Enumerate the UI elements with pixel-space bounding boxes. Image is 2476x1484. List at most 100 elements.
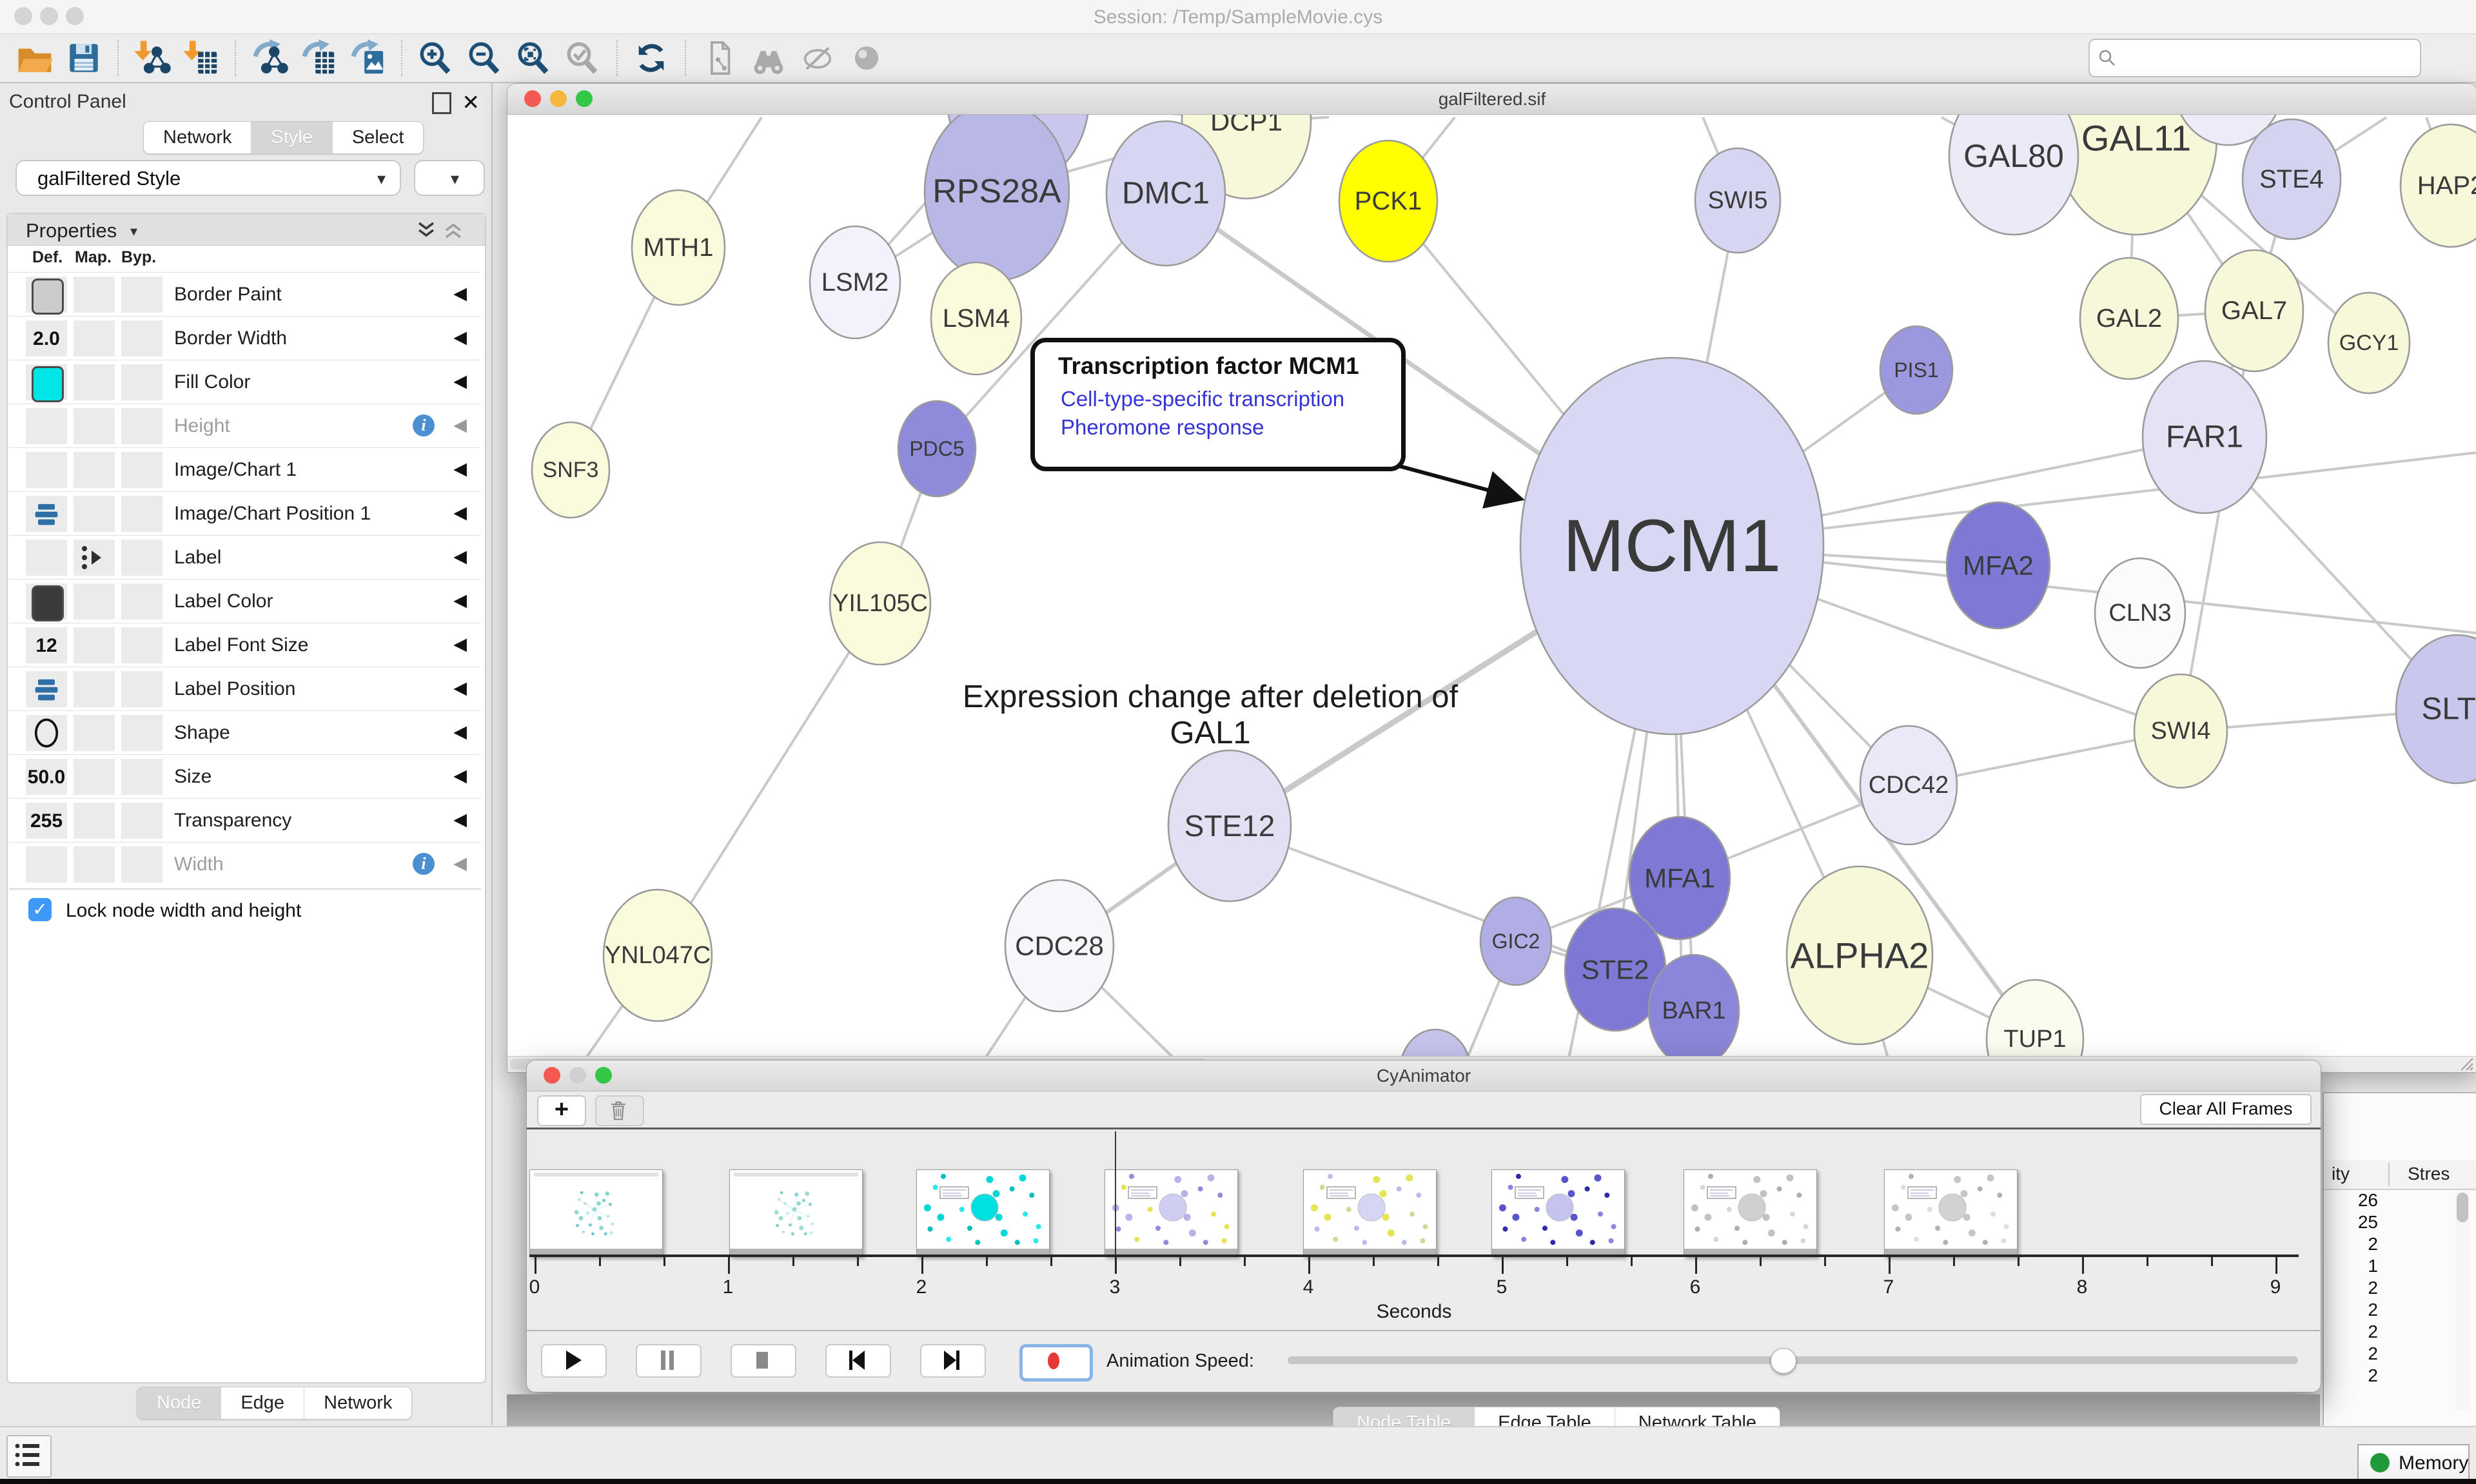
tab-select[interactable]: Select	[333, 122, 424, 153]
table-cell[interactable]: 25	[2324, 1212, 2388, 1234]
expand-row-icon[interactable]: ◀	[453, 634, 467, 654]
property-row-height[interactable]: Heighti◀	[9, 404, 481, 448]
mapping-cell[interactable]	[74, 452, 115, 488]
default-cell[interactable]	[26, 540, 67, 576]
property-row-label-font-size[interactable]: 12Label Font Size◀	[9, 623, 481, 667]
style-selector[interactable]: galFiltered Style ▾	[15, 160, 401, 196]
node-PCK1[interactable]: PCK1	[1339, 141, 1437, 262]
default-cell[interactable]	[26, 452, 67, 488]
default-cell[interactable]	[26, 364, 67, 400]
default-cell[interactable]	[26, 846, 67, 883]
frame-thumbnail-4[interactable]	[1105, 1169, 1238, 1257]
table-cell[interactable]: 1	[2324, 1256, 2388, 1278]
bypass-cell[interactable]	[121, 671, 162, 707]
search-box[interactable]	[2088, 39, 2421, 77]
export-network-button[interactable]	[249, 37, 290, 79]
node-STE4[interactable]: STE4	[2243, 119, 2341, 239]
style-options-button[interactable]: ▾	[414, 160, 485, 196]
node-SNF3[interactable]: SNF3	[532, 422, 609, 518]
mapping-cell[interactable]	[74, 583, 115, 620]
property-row-border-paint[interactable]: Border Paint◀	[9, 272, 481, 317]
table-cell[interactable]: 2	[2324, 1300, 2388, 1322]
expand-row-icon[interactable]: ◀	[453, 459, 467, 479]
save-session-button[interactable]	[63, 37, 104, 79]
bypass-cell[interactable]	[121, 803, 162, 839]
expand-row-icon[interactable]: ◀	[453, 415, 467, 435]
frame-thumbnail-2[interactable]	[729, 1169, 863, 1257]
node-LSM4[interactable]: LSM4	[931, 262, 1021, 375]
import-table-button[interactable]	[181, 37, 222, 79]
property-row-shape[interactable]: Shape◀	[9, 710, 481, 755]
mapping-cell[interactable]	[74, 846, 115, 883]
property-row-image-chart-position-1[interactable]: Image/Chart Position 1◀	[9, 491, 481, 536]
default-cell[interactable]	[26, 583, 67, 620]
expand-row-icon[interactable]: ◀	[453, 547, 467, 567]
expand-row-icon[interactable]: ◀	[453, 284, 467, 304]
expand-all-icon[interactable]	[417, 220, 436, 240]
export-image-button[interactable]	[347, 37, 388, 79]
default-cell[interactable]	[26, 277, 67, 313]
table-cell[interactable]: 2	[2324, 1278, 2388, 1300]
bypass-cell[interactable]	[121, 277, 162, 313]
property-row-border-width[interactable]: 2.0Border Width◀	[9, 316, 481, 360]
node-CDC28[interactable]: CDC28	[1005, 880, 1114, 1011]
column-header[interactable]: ity	[2332, 1164, 2350, 1184]
frame-thumbnail-5[interactable]	[1303, 1169, 1437, 1257]
node-YIL105C[interactable]: YIL105C	[830, 542, 930, 665]
tab-network[interactable]: Network	[144, 122, 251, 153]
table-cell[interactable]: 2	[2324, 1234, 2388, 1256]
zoom-in-button[interactable]	[415, 37, 457, 79]
node-GAL2[interactable]: GAL2	[2080, 258, 2178, 379]
bypass-cell[interactable]	[121, 846, 162, 883]
bypass-cell[interactable]	[121, 320, 162, 356]
bypass-cell[interactable]	[121, 408, 162, 444]
node-PDC5[interactable]: PDC5	[898, 401, 976, 496]
table-cell[interactable]: 26	[2324, 1190, 2388, 1212]
mapping-cell[interactable]	[74, 671, 115, 707]
frame-thumbnail-8[interactable]	[1884, 1169, 2018, 1257]
scrollbar-thumb[interactable]	[2457, 1193, 2468, 1222]
node-GAL80[interactable]: GAL80	[1949, 115, 2078, 235]
network-canvas[interactable]: RPS28BDCP1RPS28ADMC1PCK1MTH1LSM2LSM4SWI5…	[507, 115, 2476, 1056]
mapping-cell[interactable]	[74, 496, 115, 532]
animation-speed-slider[interactable]	[1288, 1356, 2298, 1364]
node-MTH1[interactable]: MTH1	[632, 190, 725, 305]
expand-row-icon[interactable]: ◀	[453, 327, 467, 347]
slider-handle[interactable]	[1771, 1348, 1796, 1374]
expand-row-icon[interactable]: ◀	[453, 678, 467, 698]
expand-row-icon[interactable]: ◀	[453, 371, 467, 391]
node-MCM1[interactable]: MCM1	[1520, 358, 1823, 734]
expand-row-icon[interactable]: ◀	[453, 810, 467, 830]
default-cell[interactable]	[26, 408, 67, 444]
node-SWI5[interactable]: SWI5	[1695, 148, 1780, 253]
expand-row-icon[interactable]: ◀	[453, 854, 467, 874]
property-row-transparency[interactable]: 255Transparency◀	[9, 798, 481, 843]
node-GIC2[interactable]: GIC2	[1480, 897, 1551, 985]
frame-thumbnail-7[interactable]	[1684, 1169, 1817, 1257]
skip-to-start-button[interactable]	[825, 1344, 891, 1378]
node-PIS1[interactable]: PIS1	[1880, 326, 1952, 414]
zoom-fit-button[interactable]	[513, 37, 555, 79]
node-CDC42[interactable]: CDC42	[1860, 726, 1957, 845]
node-GCY1[interactable]: GCY1	[2328, 293, 2410, 393]
stop-button[interactable]	[731, 1344, 796, 1378]
bypass-cell[interactable]	[121, 540, 162, 576]
default-cell[interactable]	[26, 496, 67, 532]
node-BOT1[interactable]	[1400, 1030, 1471, 1056]
info-icon[interactable]: i	[413, 415, 435, 436]
default-cell[interactable]: 12	[26, 627, 67, 663]
node-CLN3[interactable]: CLN3	[2095, 558, 2185, 668]
show-task-history-button[interactable]	[6, 1435, 52, 1478]
record-button[interactable]	[1019, 1344, 1093, 1381]
frame-thumbnail-3[interactable]	[916, 1169, 1050, 1257]
table-cell[interactable]: 2	[2324, 1343, 2388, 1365]
column-divider[interactable]	[2388, 1163, 2390, 1186]
tab-style[interactable]: Style	[251, 122, 332, 153]
default-cell[interactable]: 255	[26, 803, 67, 839]
expand-row-icon[interactable]: ◀	[453, 503, 467, 523]
timeline-playhead[interactable]	[1115, 1131, 1116, 1256]
expand-row-icon[interactable]: ◀	[453, 591, 467, 610]
node-STE12[interactable]: STE12	[1168, 750, 1291, 901]
node-HAP2[interactable]: HAP2	[2401, 124, 2476, 247]
mapping-cell[interactable]	[74, 803, 115, 839]
